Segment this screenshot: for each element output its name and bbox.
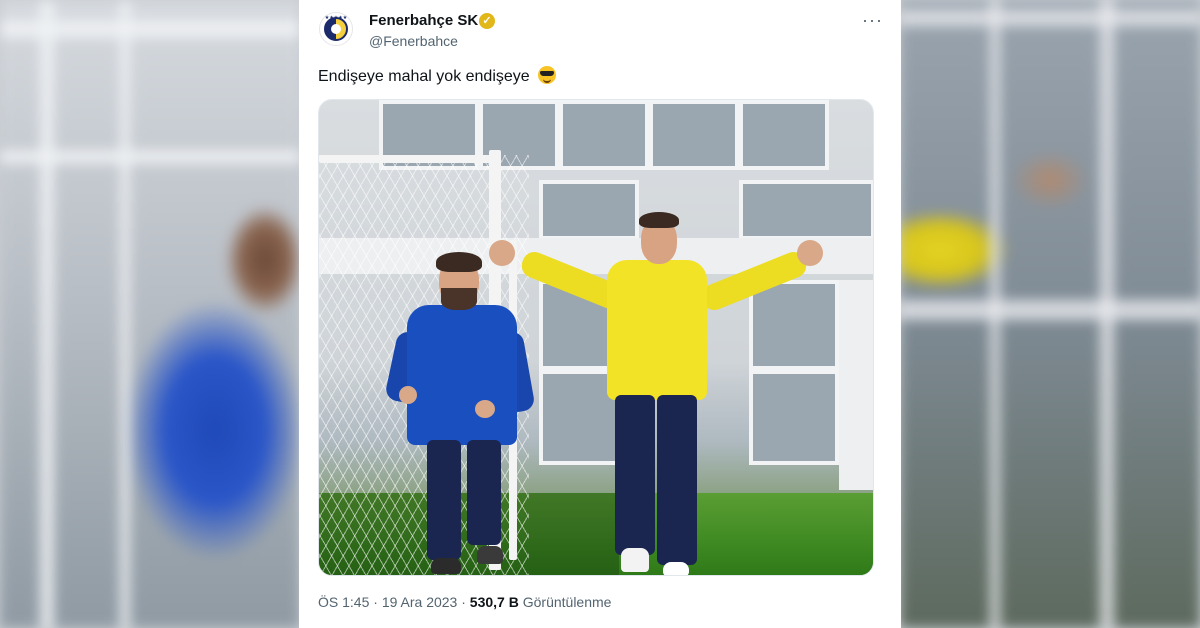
- views-label[interactable]: Görüntülenme: [523, 594, 612, 610]
- avatar[interactable]: ★★★★★: [319, 12, 353, 46]
- views-count[interactable]: 530,7 B: [470, 594, 519, 610]
- fenerbahce-crest-icon: [324, 17, 348, 41]
- tweet-date[interactable]: 19 Ara 2023: [382, 594, 458, 610]
- display-name[interactable]: Fenerbahçe SK: [369, 12, 478, 29]
- blurred-background-left: [0, 0, 300, 628]
- meta-separator: ·: [461, 594, 466, 610]
- tweet-photo[interactable]: [318, 99, 874, 576]
- tweet-card[interactable]: ★★★★★ Fenerbahçe SK ✓ @Fenerbahce ··· En…: [299, 0, 901, 628]
- tweet-text: Endişeye mahal yok endişeye: [318, 66, 557, 86]
- blurred-background-right: [900, 0, 1200, 628]
- tweet-metadata: ÖS 1:45 · 19 Ara 2023 · 530,7 B Görüntül…: [318, 594, 611, 610]
- tweet-time[interactable]: ÖS 1:45: [318, 594, 369, 610]
- verified-badge-icon[interactable]: ✓: [479, 13, 495, 29]
- user-handle[interactable]: @Fenerbahce: [369, 33, 458, 49]
- meta-separator: ·: [373, 594, 378, 610]
- sunglasses-emoji-icon: [538, 66, 557, 84]
- tweet-text-content: Endişeye mahal yok endişeye: [318, 68, 530, 85]
- more-options-icon[interactable]: ···: [862, 10, 883, 31]
